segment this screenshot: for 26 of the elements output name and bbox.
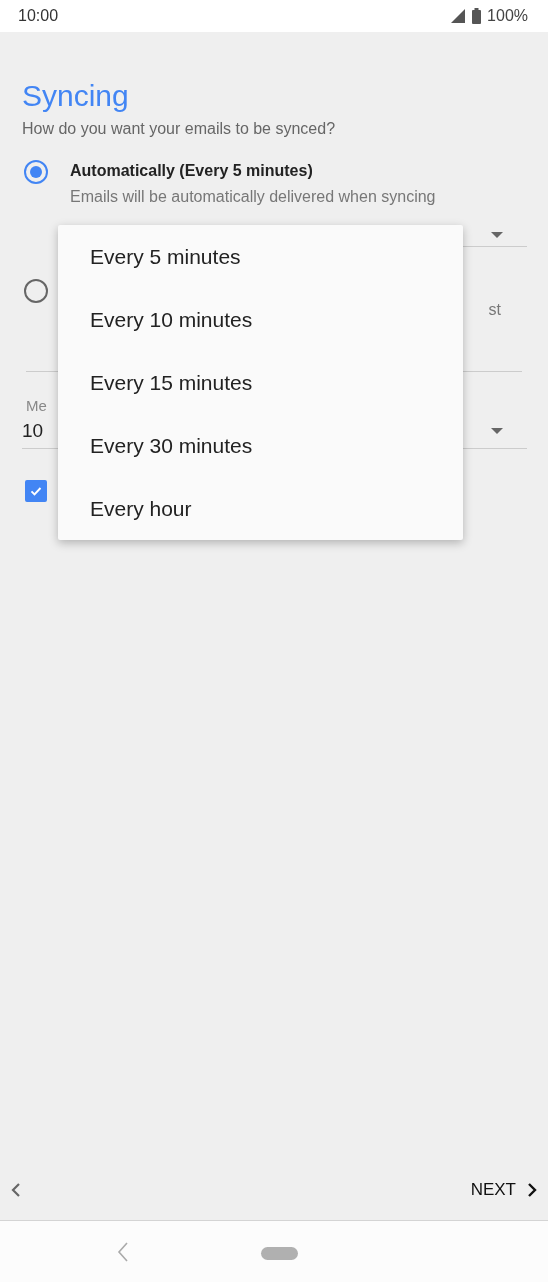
option-label: Automatically (Every 5 minutes)	[70, 162, 314, 180]
page-subtitle: How do you want your emails to be synced?	[22, 120, 337, 138]
dropdown-arrow-icon	[491, 428, 503, 434]
radio-button[interactable]	[24, 160, 48, 184]
dropdown-arrow-icon	[491, 232, 503, 238]
menu-item[interactable]: Every 30 minutes	[58, 414, 463, 477]
chevron-right-icon	[526, 1182, 538, 1198]
next-button[interactable]: NEXT	[470, 1176, 538, 1204]
radio-button[interactable]	[24, 279, 48, 303]
field-label: Me	[26, 397, 48, 414]
signal-icon	[450, 9, 467, 23]
battery-icon	[472, 8, 482, 24]
checkbox[interactable]	[25, 480, 47, 502]
page-title: Syncing	[22, 78, 130, 114]
home-button[interactable]	[261, 1247, 298, 1260]
status-time: 10:00	[18, 7, 59, 25]
menu-item[interactable]: Every 15 minutes	[58, 351, 463, 414]
field-value: 10	[22, 420, 44, 442]
menu-item[interactable]: Every hour	[58, 477, 463, 540]
battery-level: 100%	[487, 7, 528, 25]
option-description: st	[488, 301, 501, 319]
menu-item[interactable]: Every 10 minutes	[58, 288, 463, 351]
menu-item[interactable]: Every 5 minutes	[58, 225, 463, 288]
option-description: Emails will be automatically delivered when syncing	[70, 188, 437, 206]
back-icon	[117, 1242, 129, 1262]
back-chevron-icon	[10, 1182, 22, 1198]
